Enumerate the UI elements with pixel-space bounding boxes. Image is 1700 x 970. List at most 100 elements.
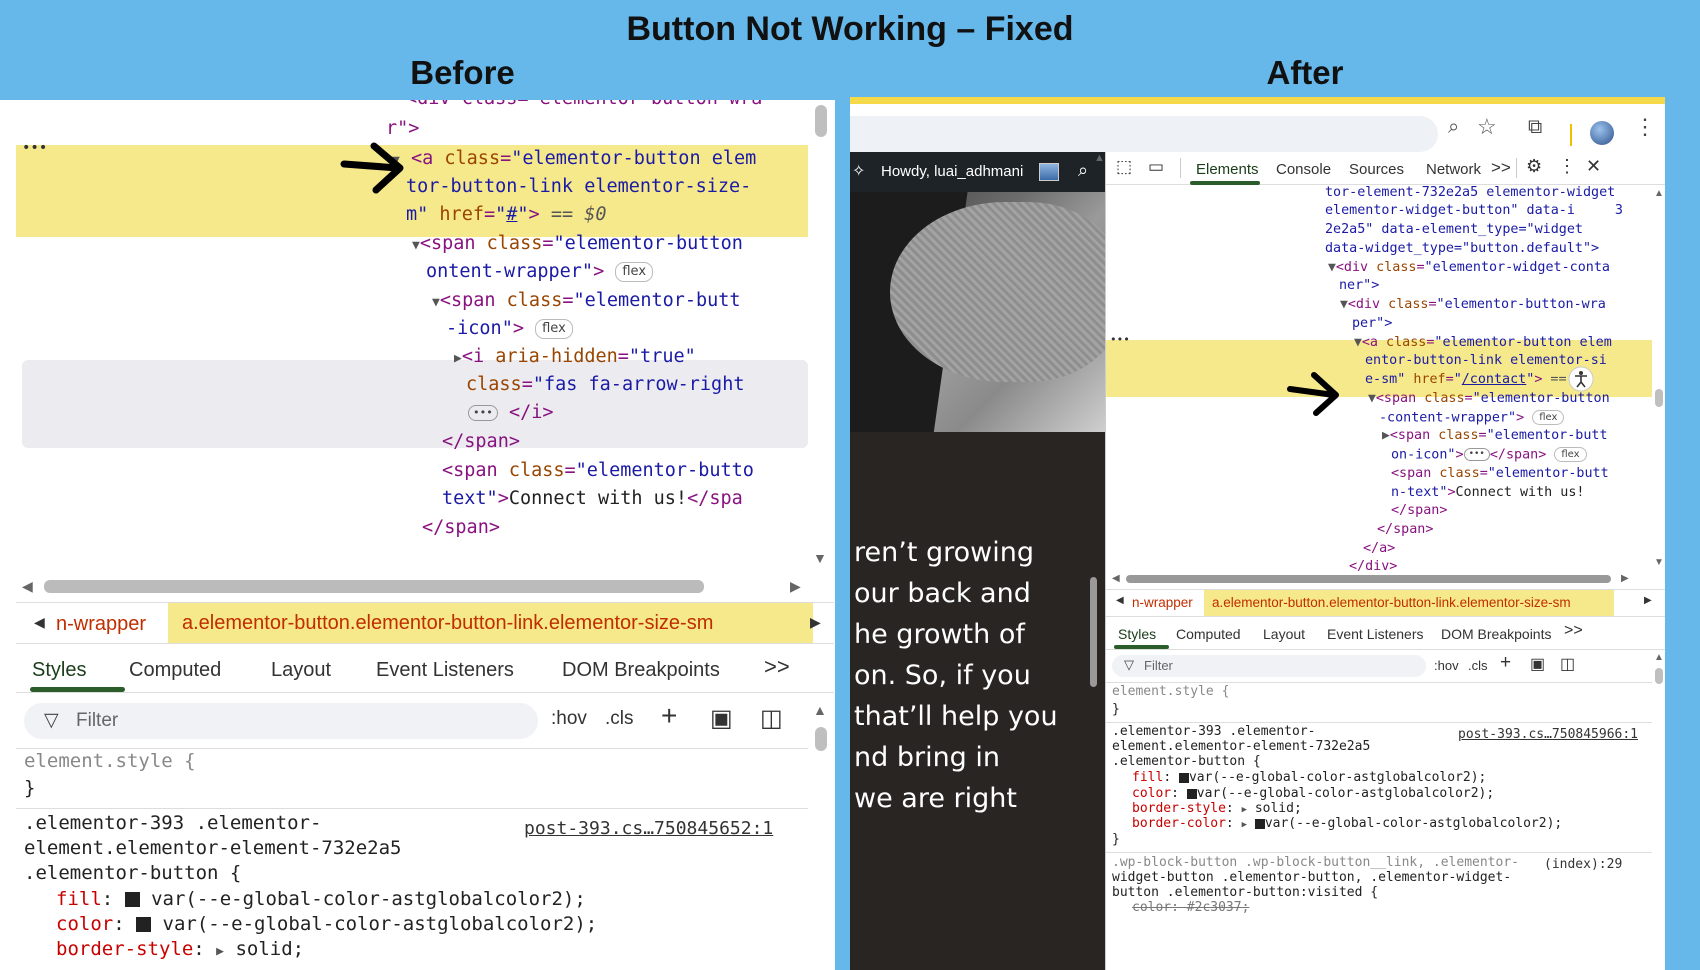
tree-line[interactable]: n-text">Connect with us!: [1391, 485, 1585, 500]
rule-source-link[interactable]: post-393.cs…750845652:1: [524, 818, 773, 839]
tree-line[interactable]: ▶<i aria-hidden="true": [454, 346, 696, 367]
admin-sparkle-icon[interactable]: ✧: [852, 161, 865, 181]
devtools-menu-icon[interactable]: ⋮: [1558, 156, 1576, 177]
tree-line[interactable]: tor-element-732e2a5 elementor-widget: [1325, 185, 1615, 200]
tree-line[interactable]: ••• </i>: [468, 402, 554, 423]
tree-line[interactable]: tor-button-link elementor-size-: [406, 176, 751, 197]
tree-scrollbar-thumb[interactable]: [815, 105, 827, 137]
rule-selector[interactable]: element.elementor-element-732e2a5: [1112, 739, 1370, 754]
breadcrumb-selected[interactable]: a.elementor-button.elementor-button-link…: [168, 603, 813, 643]
add-rule-icon[interactable]: +: [661, 700, 677, 732]
zoom-icon[interactable]: ⌕: [1448, 116, 1459, 139]
tree-line[interactable]: <span class="elementor-butto: [442, 460, 754, 481]
rule-selector[interactable]: widget-button .elementor-button, .elemen…: [1112, 870, 1511, 885]
breadcrumb-prev[interactable]: n-wrapper: [56, 613, 146, 636]
toggle-sidebar-icon[interactable]: ◫: [760, 704, 783, 733]
page-scroll-up-icon[interactable]: ▲: [1094, 152, 1105, 164]
tab-network[interactable]: Network: [1426, 161, 1481, 178]
rule-selector[interactable]: .wp-block-button .wp-block-button__link,…: [1112, 855, 1519, 870]
node-dots[interactable]: •••: [1110, 333, 1130, 346]
tree-line[interactable]: ▼<span class="elementor-button: [412, 233, 743, 254]
tab-layout[interactable]: Layout: [1263, 626, 1305, 642]
tree-line[interactable]: </a>: [1363, 541, 1395, 556]
admin-greeting[interactable]: Howdy, luai_adhmani: [881, 163, 1023, 180]
bookmark-star-icon[interactable]: ☆: [1477, 114, 1497, 140]
css-property[interactable]: border-color: ▶ var(--e-global-color-ast…: [1132, 816, 1562, 831]
element-style-rule[interactable]: element.style {: [24, 750, 196, 772]
more-tabs-icon[interactable]: >>: [1564, 622, 1583, 640]
tab-event-listeners[interactable]: Event Listeners: [1327, 626, 1424, 642]
rule-selector[interactable]: .elementor-393 .elementor-: [24, 812, 321, 834]
tree-line[interactable]: on-icon"> ••• </span> flex: [1391, 447, 1587, 463]
tab-computed[interactable]: Computed: [1176, 626, 1241, 642]
tree-line[interactable]: ontent-wrapper"> flex: [426, 261, 654, 282]
tree-line[interactable]: </span>: [1377, 522, 1433, 537]
css-property[interactable]: color: var(--e-global-color-astglobalcol…: [56, 913, 597, 935]
tree-line[interactable]: per">: [1352, 316, 1392, 331]
paint-roller-icon[interactable]: ▣: [710, 704, 733, 733]
anchor-node-line[interactable]: ▼ <a class="elementor-button elem: [392, 148, 756, 169]
scroll-left-icon[interactable]: ◀: [22, 578, 33, 595]
rule-selector[interactable]: .elementor-button {: [1112, 754, 1261, 769]
tree-line[interactable]: ▼<div class="elementor-widget-conta: [1328, 260, 1610, 275]
rule-selector[interactable]: element.elementor-element-732e2a5: [24, 837, 402, 859]
anchor-node-line[interactable]: ▼<a class="elementor-button elem: [1354, 335, 1612, 350]
flex-badge[interactable]: flex: [615, 262, 654, 282]
tab-styles[interactable]: Styles: [1118, 626, 1156, 642]
tab-dom-breakpoints[interactable]: DOM Breakpoints: [562, 659, 720, 682]
tree-h-scrollbar[interactable]: [1126, 575, 1611, 583]
tab-elements[interactable]: Elements: [1196, 161, 1259, 178]
flex-badge[interactable]: flex: [1554, 447, 1587, 462]
tab-sources[interactable]: Sources: [1349, 161, 1404, 178]
tree-line[interactable]: ▶<span class="elementor-butt: [1382, 428, 1608, 443]
tree-line[interactable]: </span>: [1391, 503, 1447, 518]
tree-scrollbar-thumb[interactable]: [1655, 389, 1663, 407]
flex-badge[interactable]: flex: [1532, 410, 1565, 425]
tree-line[interactable]: class="fas fa-arrow-right: [466, 374, 744, 395]
chrome-menu-icon[interactable]: ⋮: [1634, 114, 1656, 140]
more-tabs-icon[interactable]: >>: [764, 654, 790, 680]
rule-source-link[interactable]: post-393.cs…750845966:1: [1458, 727, 1638, 742]
color-swatch[interactable]: [1178, 772, 1189, 783]
scroll-right-icon[interactable]: ▶: [790, 578, 801, 595]
tree-line[interactable]: </span>: [422, 517, 500, 538]
flex-badge[interactable]: flex: [535, 319, 573, 339]
tree-line[interactable]: ner">: [1339, 278, 1379, 293]
profile-avatar[interactable]: [1590, 121, 1614, 145]
hov-toggle[interactable]: :hov: [1434, 658, 1459, 673]
admin-avatar[interactable]: [1039, 163, 1059, 181]
element-style-rule[interactable]: element.style {: [1112, 684, 1229, 699]
tree-line[interactable]: -icon"> flex: [446, 318, 573, 339]
tree-line[interactable]: r">: [386, 118, 419, 139]
breadcrumb-prev[interactable]: n-wrapper: [1132, 595, 1193, 610]
tab-computed[interactable]: Computed: [129, 659, 221, 682]
tree-line[interactable]: ▼<div class="elementor-button-wra: [1340, 297, 1606, 312]
tree-line[interactable]: </div>: [1349, 559, 1397, 574]
tree-line[interactable]: ▼<span class="elementor-butt: [432, 290, 741, 311]
rule-selector[interactable]: .elementor-button {: [24, 862, 241, 884]
inspect-element-icon[interactable]: ⬚: [1116, 157, 1132, 177]
toggle-sidebar-icon[interactable]: ◫: [1560, 654, 1575, 674]
anchor-href-line[interactable]: e-sm" href="/contact"> == $0: [1365, 372, 1591, 387]
extensions-icon[interactable]: ⧉: [1528, 116, 1542, 139]
tab-event-listeners[interactable]: Event Listeners: [376, 659, 514, 682]
breadcrumb-right-icon[interactable]: ▶: [810, 614, 821, 631]
breadcrumb-left-icon[interactable]: ◀: [1116, 595, 1124, 606]
tree-line[interactable]: text">Connect with us!</spa: [442, 488, 743, 509]
more-panels-icon[interactable]: >>: [1491, 158, 1511, 178]
tree-line[interactable]: ▼<span class="elementor-button: [1368, 391, 1610, 406]
scroll-left-icon[interactable]: ◀: [1112, 573, 1120, 584]
css-property[interactable]: fill: var(--e-global-color-astglobalcolo…: [56, 888, 586, 910]
styles-scrollbar-thumb[interactable]: [815, 727, 827, 751]
close-devtools-icon[interactable]: ✕: [1586, 156, 1601, 177]
cls-toggle[interactable]: .cls: [605, 708, 634, 730]
tree-h-scrollbar[interactable]: [44, 580, 704, 593]
tab-dom-breakpoints[interactable]: DOM Breakpoints: [1441, 626, 1551, 642]
add-rule-icon[interactable]: +: [1500, 652, 1511, 674]
color-swatch[interactable]: [124, 892, 140, 907]
styles-filter-input[interactable]: ▽ Filter: [24, 703, 538, 739]
tab-layout[interactable]: Layout: [271, 659, 331, 682]
rule-selector[interactable]: .elementor-393 .elementor-: [1112, 724, 1316, 739]
anchor-href-line[interactable]: m" href="#"> == $0: [406, 204, 607, 225]
css-property[interactable]: border-style: ▶ solid;: [56, 938, 304, 960]
